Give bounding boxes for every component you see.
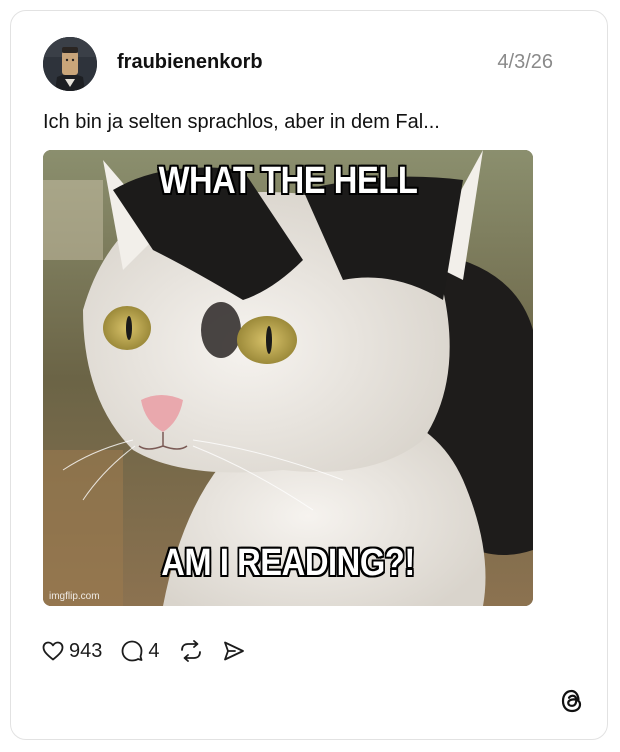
repost-button[interactable] — [178, 639, 204, 663]
share-button[interactable] — [222, 639, 246, 663]
post-card: fraubienenkorb 4/3/26 Ich bin ja selten … — [10, 10, 608, 740]
username[interactable]: fraubienenkorb — [117, 51, 263, 74]
reply-count: 4 — [148, 639, 160, 662]
cat-photo — [43, 150, 533, 606]
like-count: 943 — [69, 639, 103, 662]
avatar-image — [43, 37, 97, 91]
heart-icon — [42, 641, 64, 661]
post-text[interactable]: Ich bin ja selten sprachlos, aber in dem… — [43, 111, 440, 134]
meme-top-text: WHAT THE HELL — [158, 160, 418, 202]
reply-button[interactable]: 4 — [120, 639, 160, 663]
post-actions: 943 4 — [41, 637, 264, 665]
like-button[interactable]: 943 — [41, 639, 102, 663]
comment-icon — [121, 640, 143, 662]
image-watermark: imgflip.com — [49, 591, 100, 602]
send-icon — [223, 641, 244, 661]
avatar[interactable] — [43, 37, 97, 91]
post-image[interactable]: WHAT THE HELL AM I READING?! imgflip.com — [43, 150, 533, 606]
meme-bottom-text: AM I READING?! — [161, 542, 415, 584]
threads-logo-icon[interactable] — [559, 687, 585, 720]
repost-icon — [180, 640, 201, 662]
post-timestamp: 4/3/26 — [497, 51, 553, 73]
